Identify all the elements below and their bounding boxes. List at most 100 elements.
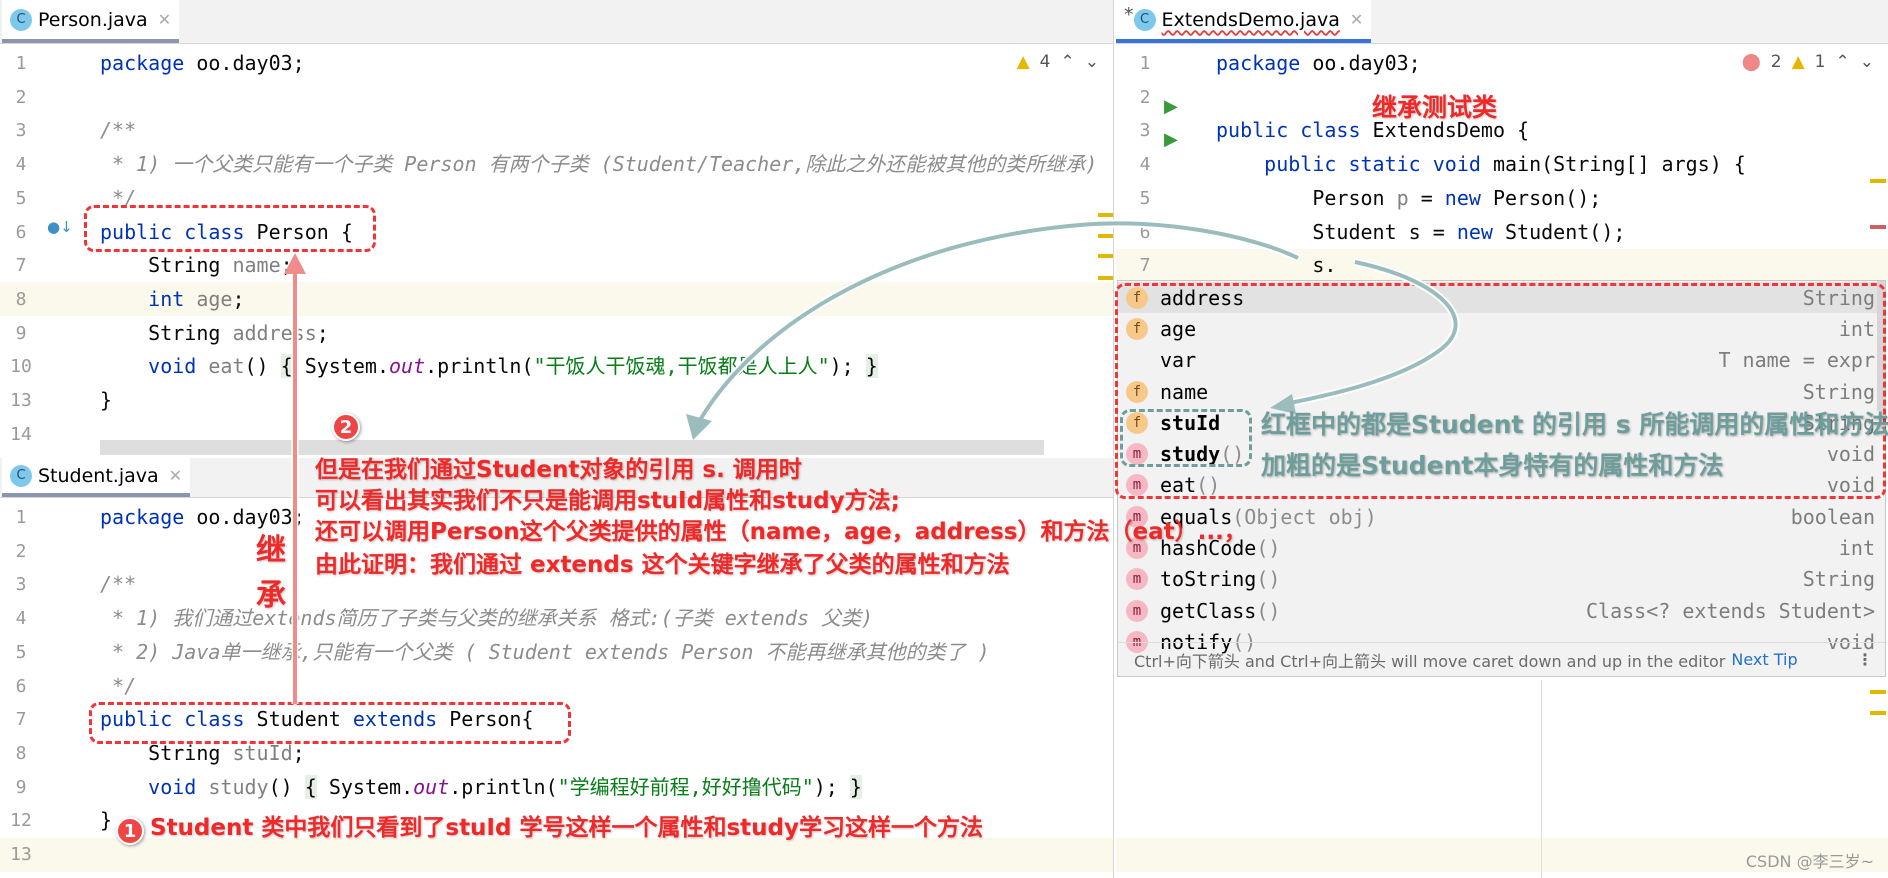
warning-stripe[interactable]: [1870, 711, 1886, 715]
code-token: study: [208, 774, 269, 799]
line-number: 9: [15, 776, 27, 798]
code-token: );: [829, 354, 866, 379]
line-number: 8: [15, 742, 27, 764]
warning-icon: ▲: [1016, 52, 1030, 72]
person-tabbar: C Person.java ✕: [0, 0, 1113, 44]
code-token: int: [148, 286, 197, 311]
line-number: 13: [10, 844, 32, 865]
tab-label: Person.java: [38, 8, 148, 31]
watermark: CSDN @李三岁~: [1745, 852, 1874, 871]
code-line[interactable]: }: [100, 384, 112, 418]
note-2-line-1: 但是在我们通过Student对象的引用 s. 调用时: [315, 457, 802, 483]
code-line[interactable]: * 1) 我们通过extends简历了子类与父类的继承关系 格式:(子类 ext…: [100, 602, 873, 636]
code-token: Student();: [1505, 219, 1626, 244]
line-number: 2: [1139, 86, 1151, 108]
override-gutter-icon[interactable]: ●↓: [47, 218, 73, 236]
code-line[interactable]: package oo.day03;: [1216, 47, 1421, 81]
close-icon[interactable]: ✕: [158, 10, 171, 29]
code-token: "学编程好前程,好好撸代码": [557, 774, 814, 799]
warning-stripe[interactable]: [1098, 254, 1113, 258]
tab-extendsdemo-java[interactable]: * C ExtendsDemo.java ✕: [1116, 0, 1372, 43]
code-token: {: [304, 774, 317, 799]
inspection-widget[interactable]: ▲ 4 ⌃ ⌄: [1017, 52, 1099, 72]
warning-stripe[interactable]: [1098, 213, 1113, 217]
code-token: }: [100, 388, 113, 412]
code-line[interactable]: Student s = new Student();: [1216, 216, 1625, 250]
next-tip-link[interactable]: Next Tip: [1731, 650, 1797, 669]
class-icon: C: [10, 464, 32, 487]
code-token: /**: [100, 572, 137, 597]
popup-footer: Ctrl+向下箭头 and Ctrl+向上箭头 will move caret …: [1118, 642, 1885, 676]
current-line-highlight: [0, 838, 1113, 872]
line-number: 7: [1139, 255, 1151, 277]
code-line[interactable]: s.: [1216, 249, 1336, 283]
code-line[interactable]: String address;: [100, 317, 329, 351]
note-2-line-2: 可以看出其实我们不只是能调用stuId属性和study方法;: [315, 488, 900, 514]
error-stripe[interactable]: [1870, 225, 1886, 229]
code-token: /**: [100, 118, 137, 143]
completion-params: (): [1256, 536, 1281, 561]
code-line[interactable]: public static void main(String[] args) {: [1216, 148, 1746, 182]
code-token: new: [1444, 185, 1493, 210]
completion-item[interactable]: m toString() String: [1118, 564, 1885, 595]
warning-icon: ▲: [1791, 52, 1805, 72]
demo-tabbar: * C ExtendsDemo.java ✕: [1116, 0, 1888, 44]
code-token: main(String[] args) {: [1492, 152, 1746, 177]
code-line[interactable]: void eat() { System.out.println("干饭人干饭魂,…: [100, 350, 878, 384]
inspection-widget[interactable]: ⬤ 2 ▲ 1 ⌃ ⌄: [1742, 52, 1874, 72]
line-number: 4: [15, 154, 27, 176]
code-line[interactable]: package oo.day03;: [100, 47, 305, 81]
code-token: void: [148, 774, 209, 799]
completion-type: int: [1838, 536, 1875, 561]
code-token: */: [100, 673, 137, 698]
code-line[interactable]: Person p = new Person();: [1216, 182, 1601, 216]
code-line[interactable]: /**: [100, 114, 136, 148]
error-icon: ⬤: [1741, 52, 1761, 72]
line-number: 10: [10, 356, 32, 378]
code-token: oo.day03;: [184, 51, 305, 75]
line-number: 4: [15, 608, 27, 630]
code-line[interactable]: String name;: [100, 249, 293, 283]
warning-count: 4: [1039, 52, 1051, 72]
line-number: 3: [1139, 120, 1151, 142]
code-token: package: [1216, 51, 1301, 75]
note-2-line-4: 由此证明：我们通过 extends 这个关键字继承了父类的属性和方法: [315, 552, 1010, 578]
code-line[interactable]: void study() { System.out.println("学编程好前…: [100, 771, 862, 805]
completion-item[interactable]: m getClass() Class<? extends Student>: [1118, 595, 1885, 626]
code-line[interactable]: /**: [100, 568, 136, 602]
popup-own-members-box: [1120, 409, 1252, 467]
step-badge-1: 1: [116, 817, 144, 845]
code-line[interactable]: int age;: [100, 283, 244, 317]
more-options-icon[interactable]: ⋮: [1857, 650, 1873, 669]
warning-stripe[interactable]: [1870, 690, 1886, 694]
warning-stripe[interactable]: [1098, 234, 1113, 238]
code-token: name: [232, 253, 281, 278]
warning-stripe[interactable]: [1870, 179, 1886, 183]
person-class-highlight-box: [84, 205, 376, 252]
prev-highlight-icon[interactable]: ⌃: [1836, 52, 1850, 72]
note-2-line-3: 还可以调用Person这个父类提供的属性（name，age，address）和方…: [315, 519, 1247, 545]
code-line[interactable]: * 1) 一个父类只能有一个子类 Person 有两个子类 (Student/T…: [100, 148, 1097, 182]
completion-name: toString: [1160, 567, 1257, 592]
close-icon[interactable]: ✕: [1350, 10, 1363, 29]
warning-stripe[interactable]: [1098, 276, 1113, 280]
close-icon[interactable]: ✕: [169, 466, 182, 485]
line-number: 3: [15, 120, 27, 142]
line-number: 12: [10, 810, 32, 832]
runnable-class-icon: C: [1133, 8, 1156, 31]
line-number: 5: [15, 641, 27, 663]
code-token: public static void: [1264, 152, 1493, 177]
next-highlight-icon[interactable]: ⌄: [1860, 52, 1874, 72]
run-icon[interactable]: ▶: [1164, 129, 1178, 150]
tab-student-java[interactable]: C Student.java ✕: [2, 458, 191, 497]
tab-person-java[interactable]: C Person.java ✕: [2, 0, 180, 43]
code-line[interactable]: * 2) Java单一继承,只能有一个父类 ( Student extends …: [100, 636, 990, 670]
next-highlight-icon[interactable]: ⌄: [1085, 52, 1099, 72]
line-number: 9: [15, 322, 27, 344]
code-line[interactable]: */: [100, 670, 136, 704]
run-icon[interactable]: ▶: [1164, 96, 1178, 117]
prev-highlight-icon[interactable]: ⌃: [1061, 52, 1075, 72]
code-line[interactable]: }: [100, 804, 112, 838]
